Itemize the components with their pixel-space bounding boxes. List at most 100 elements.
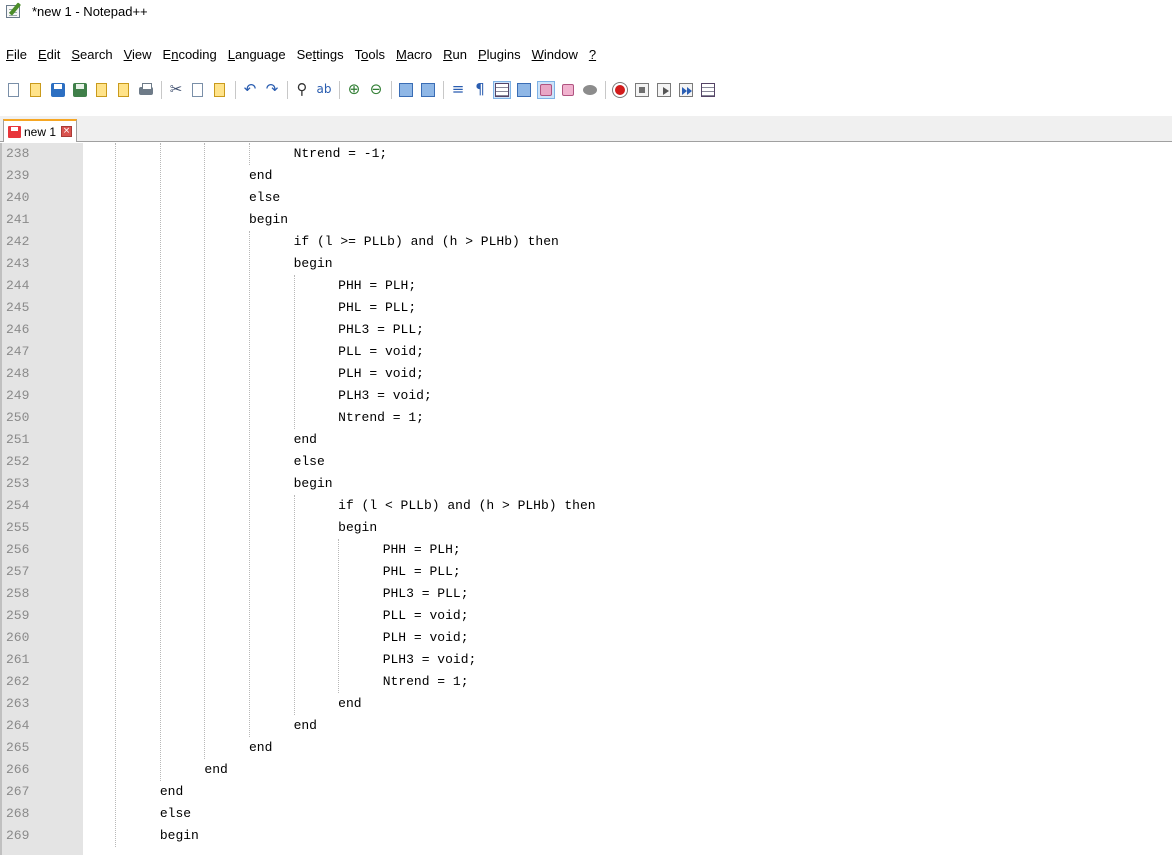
code-line[interactable]: 239 end	[6, 165, 1172, 187]
code-line[interactable]: 249 PLH3 = void;	[6, 385, 1172, 407]
code-line[interactable]: 245 PHL = PLL;	[6, 297, 1172, 319]
menu-item-settings[interactable]: Settings	[297, 47, 344, 62]
menu-item-window[interactable]: Window	[532, 47, 578, 62]
menu-item-search[interactable]: Search	[71, 47, 112, 62]
play-macro-icon[interactable]	[656, 82, 672, 98]
code-line[interactable]: 261 PLH3 = void;	[6, 649, 1172, 671]
code-line[interactable]: 269 begin	[6, 825, 1172, 847]
menu-item-file[interactable]: File	[6, 47, 27, 62]
new-file-icon[interactable]	[6, 82, 22, 98]
menu-item-help[interactable]: ?	[589, 47, 596, 62]
code-text: end	[249, 168, 273, 183]
line-number: 241	[6, 212, 30, 227]
cut-icon[interactable]: ✂	[168, 81, 184, 98]
menu-accelerator: V	[123, 46, 133, 62]
menu-item-encoding[interactable]: Encoding	[163, 47, 217, 62]
undo-icon[interactable]: ↶	[242, 81, 258, 98]
code-text: begin	[293, 476, 333, 491]
code-line[interactable]: 248 PLH = void;	[6, 363, 1172, 385]
code-text: else	[293, 454, 325, 469]
menu-accelerator: L	[227, 46, 235, 62]
code-text: end	[159, 784, 184, 799]
code-line[interactable]: 243 begin	[6, 253, 1172, 275]
sync-horizontal-icon[interactable]	[420, 82, 436, 98]
code-text: PLH = void;	[382, 630, 469, 645]
menu-label-part: tings	[316, 46, 344, 62]
code-line[interactable]: 240 else	[6, 187, 1172, 209]
save-macro-icon[interactable]	[700, 82, 716, 98]
toolbar-separator	[287, 81, 288, 99]
menu-label-part: anguage	[234, 46, 286, 62]
menu-item-tools[interactable]: Tools	[355, 47, 385, 62]
code-line[interactable]: 259 PLL = void;	[6, 605, 1172, 627]
stop-record-icon[interactable]	[634, 82, 650, 98]
code-line[interactable]: 242 if (l >= PLLb) and (h > PLHb) then	[6, 231, 1172, 253]
replace-icon[interactable]: ab	[316, 82, 332, 98]
record-macro-icon[interactable]	[612, 82, 628, 98]
code-line[interactable]: 267 end	[6, 781, 1172, 803]
show-all-chars-icon[interactable]: ¶	[472, 81, 488, 98]
folder-workspace-icon[interactable]	[560, 82, 576, 98]
indent-guide-icon[interactable]	[493, 81, 511, 99]
menu-item-macro[interactable]: Macro	[396, 47, 432, 62]
open-file-icon[interactable]	[28, 82, 44, 98]
zoom-out-icon[interactable]: ⊖	[368, 81, 384, 98]
code-line[interactable]: 255 begin	[6, 517, 1172, 539]
code-line[interactable]: 253 begin	[6, 473, 1172, 495]
find-icon[interactable]: ⚲	[294, 81, 310, 98]
redo-icon[interactable]: ↷	[264, 81, 280, 98]
code-line[interactable]: 256 PHH = PLH;	[6, 539, 1172, 561]
code-line[interactable]: 258 PHL3 = PLL;	[6, 583, 1172, 605]
menu-label-part: E	[162, 46, 172, 62]
print-icon[interactable]	[138, 82, 154, 98]
tab-new-1[interactable]: new 1 ×	[3, 119, 78, 142]
copy-icon[interactable]	[190, 82, 206, 98]
menu-label-part: ols	[368, 46, 385, 62]
paste-icon[interactable]	[212, 82, 228, 98]
code-area[interactable]: 238 Ntrend = -1; 239 end 240 else 241 begin 242 i…	[6, 143, 1172, 855]
sync-vertical-icon[interactable]	[398, 82, 414, 98]
code-line[interactable]: 238 Ntrend = -1;	[6, 143, 1172, 165]
close-all-icon[interactable]	[116, 82, 132, 98]
code-line[interactable]: 268 else	[6, 803, 1172, 825]
indent-guide	[249, 231, 250, 737]
menu-item-language[interactable]: Language	[228, 47, 286, 62]
code-line[interactable]: 252 else	[6, 451, 1172, 473]
function-list-icon[interactable]	[537, 81, 555, 99]
line-number: 247	[6, 344, 30, 359]
zoom-in-icon[interactable]: ⊕	[346, 81, 362, 98]
code-line[interactable]: 266 end	[6, 759, 1172, 781]
code-line[interactable]: 244 PHH = PLH;	[6, 275, 1172, 297]
doc-map-icon[interactable]	[516, 82, 532, 98]
menu-label-part: un	[452, 46, 467, 62]
code-line[interactable]: 241 begin	[6, 209, 1172, 231]
code-line[interactable]: 262 Ntrend = 1;	[6, 671, 1172, 693]
menu-item-edit[interactable]: Edit	[38, 47, 60, 62]
code-line[interactable]: 264 end	[6, 715, 1172, 737]
code-line[interactable]: 260 PLH = void;	[6, 627, 1172, 649]
menu-item-plugins[interactable]: Plugins	[478, 47, 521, 62]
toolbar-separator	[235, 81, 236, 99]
code-line[interactable]: 254 if (l < PLLb) and (h > PLHb) then	[6, 495, 1172, 517]
indent-guide	[293, 275, 295, 429]
close-icon[interactable]	[94, 82, 110, 98]
run-macro-multiple-icon[interactable]	[678, 82, 694, 98]
code-line[interactable]: 246 PHL3 = PLL;	[6, 319, 1172, 341]
close-tab-icon[interactable]: ×	[61, 126, 73, 137]
editor[interactable]: 238 Ntrend = -1; 239 end 240 else 241 begin 242 i…	[0, 143, 1172, 855]
code-line[interactable]: 251 end	[6, 429, 1172, 451]
indent-guide	[204, 143, 206, 759]
word-wrap-icon[interactable]: ≡	[450, 81, 466, 98]
line-number: 248	[6, 366, 30, 381]
menu-item-run[interactable]: Run	[443, 47, 467, 62]
code-line[interactable]: 265 end	[6, 737, 1172, 759]
code-line[interactable]: 257 PHL = PLL;	[6, 561, 1172, 583]
save-icon[interactable]	[50, 82, 66, 98]
code-line[interactable]: 247 PLL = void;	[6, 341, 1172, 363]
code-line[interactable]: 250 Ntrend = 1;	[6, 407, 1172, 429]
code-line[interactable]: 263 end	[6, 693, 1172, 715]
monitoring-icon[interactable]	[582, 82, 598, 98]
line-number: 257	[6, 564, 30, 579]
menu-item-view[interactable]: View	[124, 47, 152, 62]
save-all-icon[interactable]	[72, 82, 88, 98]
